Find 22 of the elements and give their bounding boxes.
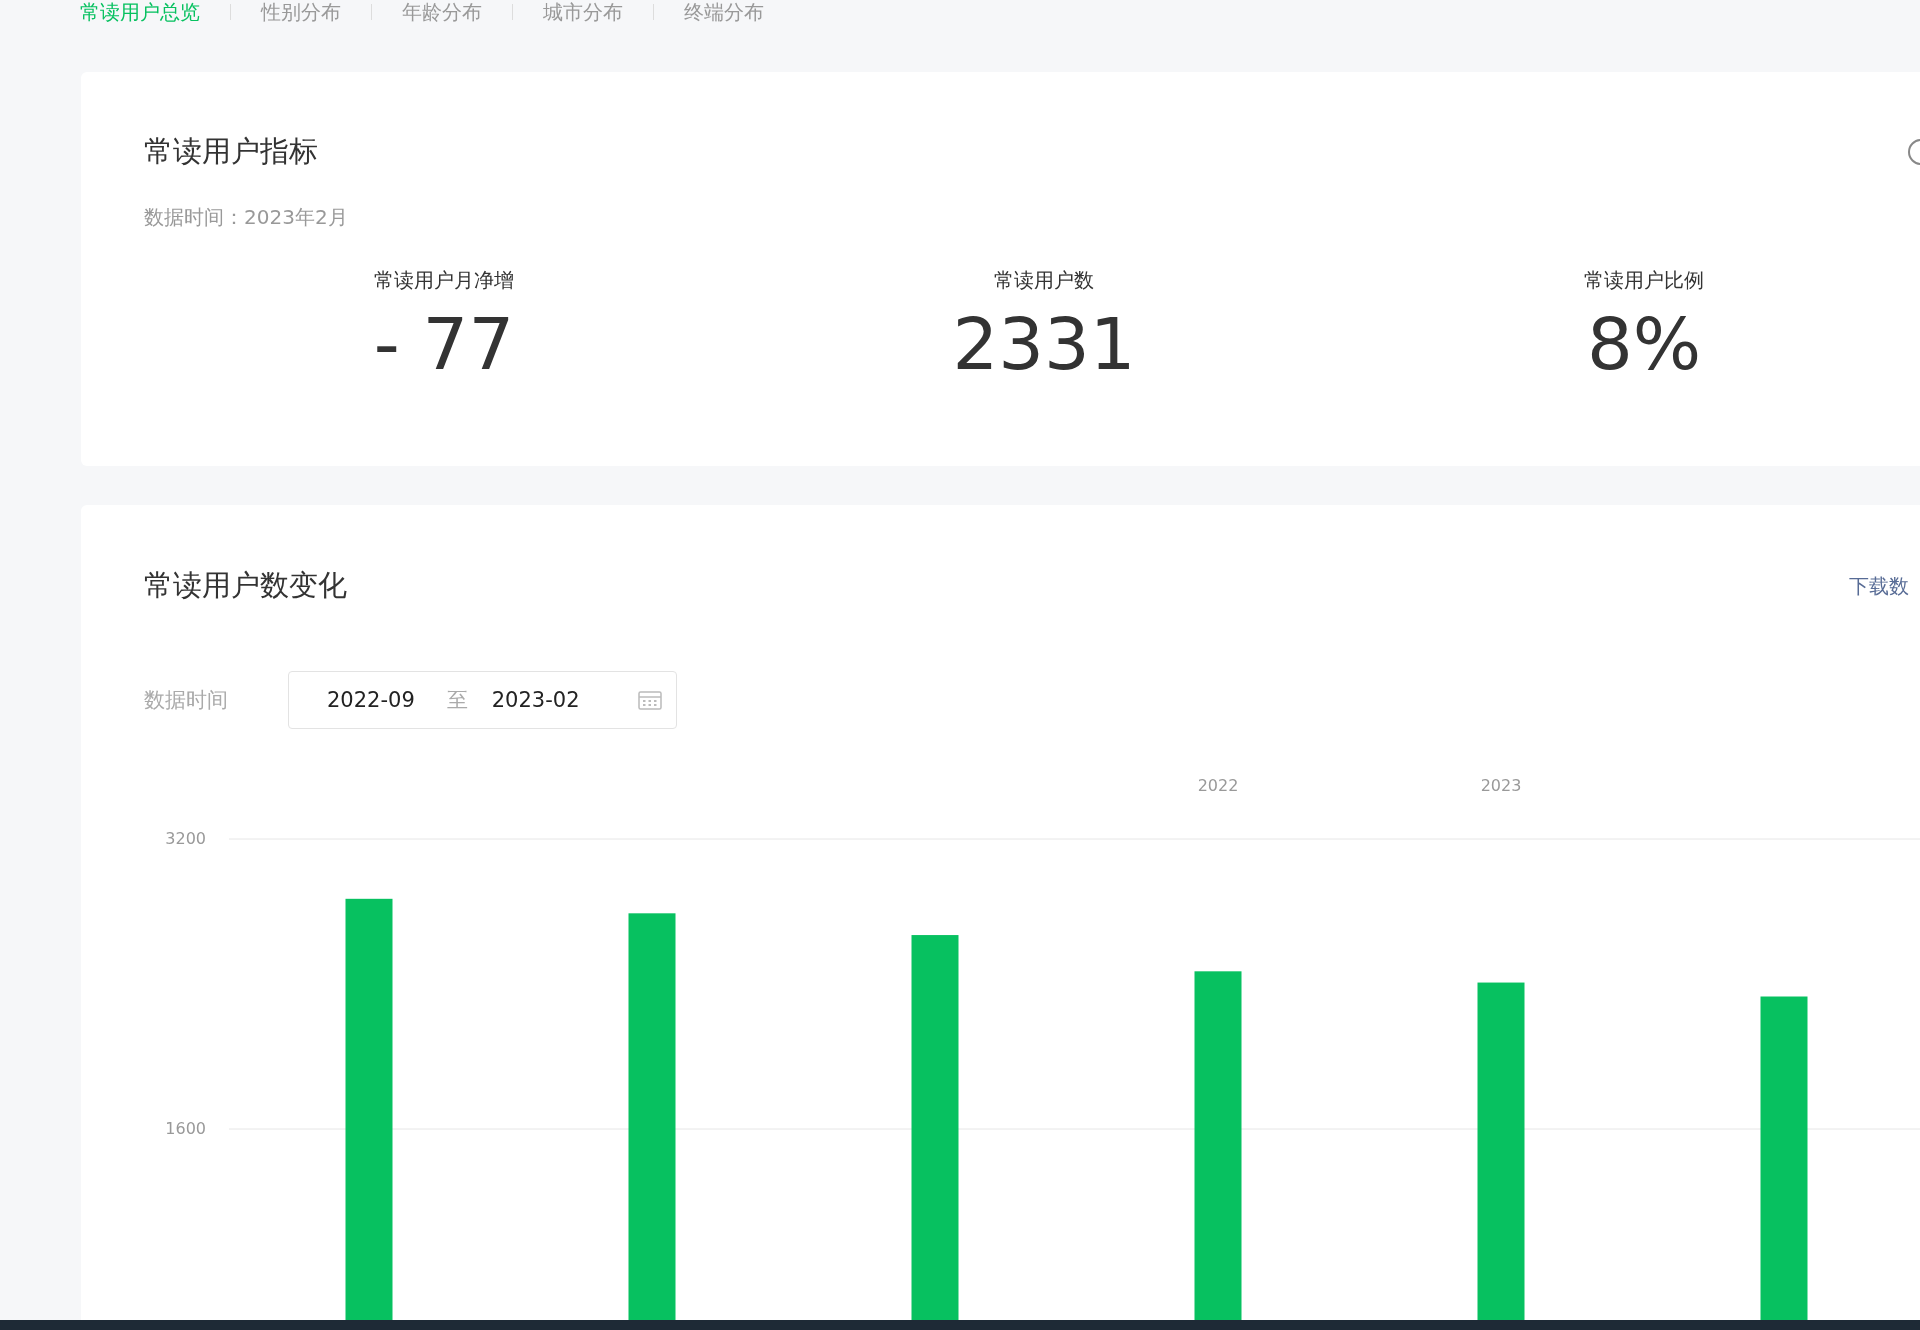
tab[interactable]: 年龄分布 [402,1,482,23]
year-label: 2022 [1197,776,1239,795]
tab[interactable]: 终端分布 [684,1,764,23]
calendar-icon[interactable] [638,690,662,710]
filter-label: 数据时间 [144,687,228,714]
data-time: 数据时间：2023年2月 [144,204,349,231]
metric-label: 常读用户数 [994,267,1094,294]
card-title: 常读用户指标 [144,133,318,170]
date-range-field[interactable]: 2022-09 至 2023-02 [288,671,677,729]
tab[interactable]: 常读用户总览 [80,1,200,23]
metric-value: 8% [1586,301,1702,388]
metric-value: 2331 [952,301,1136,388]
download-link[interactable]: 下载数 [1849,572,1909,600]
year-label: 2023 [1480,776,1522,795]
card-title: 常读用户数变化 [144,567,347,604]
metric-label: 常读用户比例 [1584,267,1704,294]
metric-value: - 77 [373,301,515,388]
axis-label: 3200 [165,829,206,848]
metric-label: 常读用户月净增 [374,267,514,294]
axis-label: 1600 [165,1119,206,1138]
tab[interactable]: 性别分布 [261,1,341,23]
tab[interactable]: 城市分布 [543,1,623,23]
